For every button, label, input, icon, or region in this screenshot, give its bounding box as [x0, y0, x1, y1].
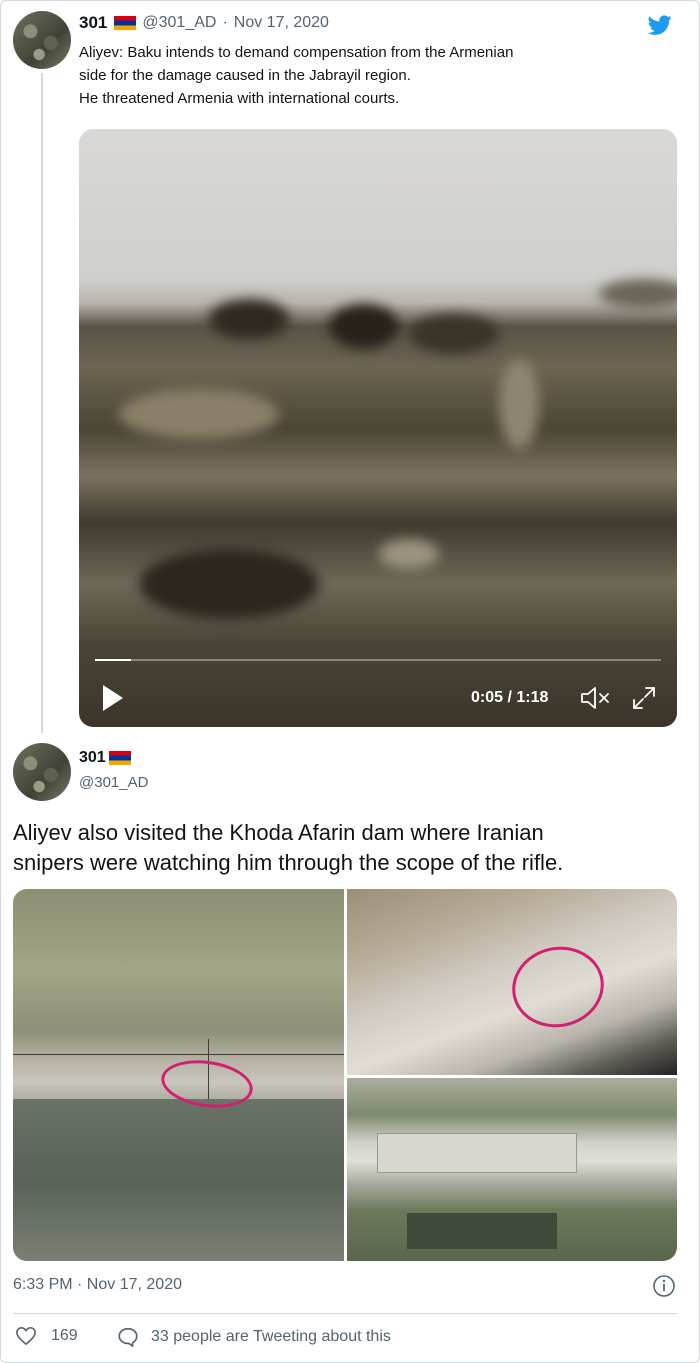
- video-player[interactable]: 0:05 / 1:18: [79, 129, 677, 727]
- photo-scope-view-closeup[interactable]: [347, 889, 677, 1075]
- scope-crosshair-line: [13, 1054, 344, 1055]
- text-line: He threatened Armenia with international…: [79, 90, 400, 107]
- tweeting-about-text: 33 people are Tweeting about this: [151, 1328, 391, 1345]
- photo-scope-view-buildings[interactable]: [347, 1078, 677, 1261]
- video-frame-shape: [599, 279, 677, 309]
- armenia-flag-icon: [114, 16, 137, 30]
- video-frame-shape: [329, 304, 399, 349]
- chat-bubble-icon: [118, 1327, 138, 1347]
- heart-icon: [16, 1326, 36, 1346]
- video-frame-shape: [209, 299, 289, 339]
- quoted-tweet-header: 301 @301_AD · Nov 17, 2020: [79, 13, 329, 33]
- vehicle-group-shape: [407, 1213, 557, 1249]
- quoted-tweet-text: Aliyev: Baku intends to demand compensat…: [79, 41, 599, 110]
- video-frame-shape: [139, 549, 319, 619]
- author-name-row: 301: [79, 749, 131, 767]
- armenia-flag-icon: [108, 751, 131, 765]
- photo-gallery: [13, 889, 677, 1261]
- text-line: Aliyev also visited the Khoda Afarin dam…: [13, 820, 544, 845]
- avatar[interactable]: [13, 11, 71, 69]
- like-count: 169: [51, 1327, 78, 1344]
- tweet-embed: 301 @301_AD · Nov 17, 2020 Aliyev: Baku …: [0, 0, 700, 1363]
- info-icon[interactable]: [652, 1274, 676, 1298]
- annotation-circle: [504, 938, 612, 1036]
- text-line: side for the damage caused in the Jabray…: [79, 67, 411, 84]
- like-button[interactable]: 169: [15, 1326, 78, 1346]
- twitter-bird-icon[interactable]: [645, 13, 675, 37]
- video-time: 0:05 / 1:18: [471, 689, 549, 706]
- thread-line: [41, 73, 43, 733]
- video-frame-shape: [119, 389, 279, 439]
- divider: [13, 1313, 677, 1314]
- author-handle[interactable]: @301_AD: [79, 774, 148, 791]
- building-shape: [377, 1133, 577, 1173]
- video-frame-shape: [409, 314, 499, 354]
- video-frame-shape: [379, 539, 439, 569]
- author-name[interactable]: 301: [79, 749, 106, 767]
- tweet-date[interactable]: Nov 17, 2020: [234, 14, 329, 32]
- tweeting-about-link[interactable]: 33 people are Tweeting about this: [117, 1326, 391, 1348]
- play-icon[interactable]: [101, 684, 125, 712]
- video-progress-fill: [95, 659, 132, 661]
- author-handle[interactable]: @301_AD: [142, 14, 216, 32]
- expand-icon[interactable]: [631, 685, 657, 711]
- mute-icon[interactable]: [579, 685, 611, 711]
- video-progress-bar[interactable]: [95, 659, 661, 661]
- video-frame-shape: [499, 359, 539, 449]
- photo-scope-view-dam[interactable]: [13, 889, 344, 1261]
- author-name[interactable]: 301: [79, 13, 107, 33]
- text-line: Aliyev: Baku intends to demand compensat…: [79, 44, 514, 61]
- tweet-text: Aliyev also visited the Khoda Afarin dam…: [13, 818, 673, 878]
- water-area: [13, 1099, 344, 1261]
- avatar[interactable]: [13, 743, 71, 801]
- tweet-timestamp[interactable]: 6:33 PM · Nov 17, 2020: [13, 1276, 182, 1294]
- separator: ·: [222, 14, 228, 31]
- text-line: snipers were watching him through the sc…: [13, 850, 564, 875]
